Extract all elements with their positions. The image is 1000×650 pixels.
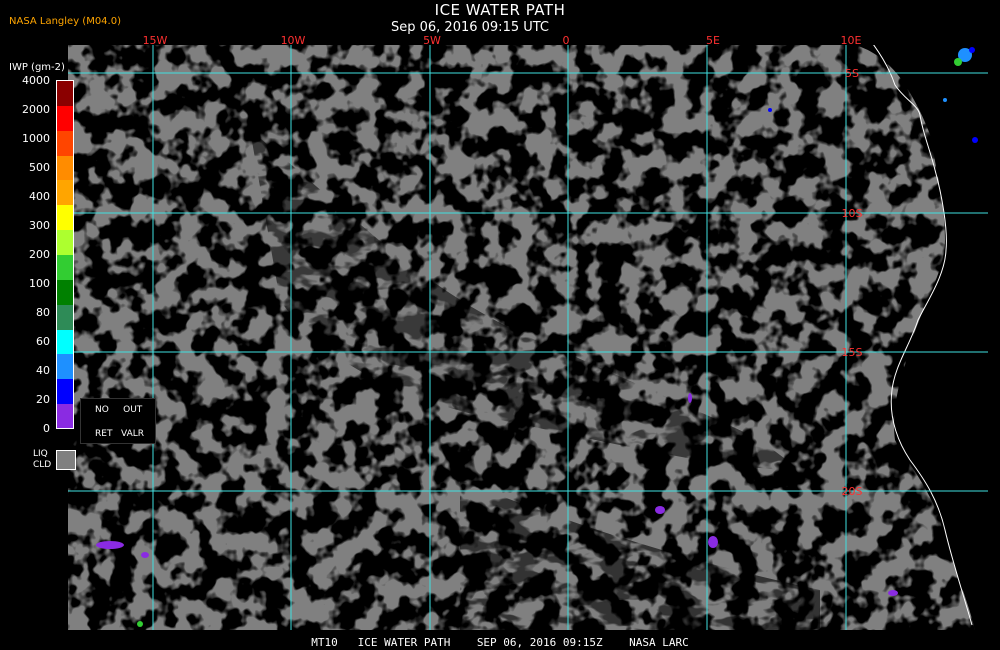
ret-valr-text: RET VALR <box>95 429 145 439</box>
lon-label-5w: 5W <box>423 34 441 47</box>
legend-tick-label: 40 <box>36 364 50 377</box>
map-timestamp: Sep 06, 2016 09:15 UTC <box>390 20 550 35</box>
legend-frame <box>56 80 74 429</box>
no-out-text: NO OUT <box>95 405 143 415</box>
legend-tick-label: 2000 <box>22 103 50 116</box>
satellite-map: 15W 10W 5W 0 5E 10E 5S 10S 15S 20S <box>68 34 988 630</box>
lon-label-10e: 10E <box>841 34 862 47</box>
lon-label-5e: 5E <box>706 34 720 47</box>
lat-label-5s: 5S <box>845 67 859 80</box>
lat-label-15s: 15S <box>842 346 863 359</box>
lat-label-20s: 20S <box>842 485 863 498</box>
legend-tick-label: 80 <box>36 306 50 319</box>
lon-label-15w: 15W <box>143 34 168 47</box>
map-title: ICE WATER PATH <box>434 1 566 19</box>
no-out-box: NO OUT RET VALR <box>80 398 156 444</box>
legend-tick-label: 1000 <box>22 132 50 145</box>
footer-caption: MT10 ICE WATER PATH SEP 06, 2016 09:15Z … <box>311 636 689 649</box>
legend-tick-label: 300 <box>29 219 50 232</box>
liq-cloud-swatch <box>56 450 76 470</box>
legend-tick-label: 400 <box>29 190 50 203</box>
liq-label: LIQ <box>33 449 48 459</box>
lon-label-10w: 10W <box>281 34 306 47</box>
lat-label-10s: 10S <box>842 207 863 220</box>
lon-label-0: 0 <box>563 34 570 47</box>
legend-title: IWP (gm-2) <box>9 62 65 73</box>
legend-tick-label: 20 <box>36 393 50 406</box>
legend-tick-label: 100 <box>29 277 50 290</box>
legend-tick-label: 60 <box>36 335 50 348</box>
legend-tick-label: 500 <box>29 161 50 174</box>
legend-tick-label: 200 <box>29 248 50 261</box>
legend-tick-label: 4000 <box>22 74 50 87</box>
legend-tick-label: 0 <box>43 422 50 435</box>
cld-label: CLD <box>33 460 52 470</box>
credit-label: NASA Langley (M04.0) <box>9 16 121 27</box>
